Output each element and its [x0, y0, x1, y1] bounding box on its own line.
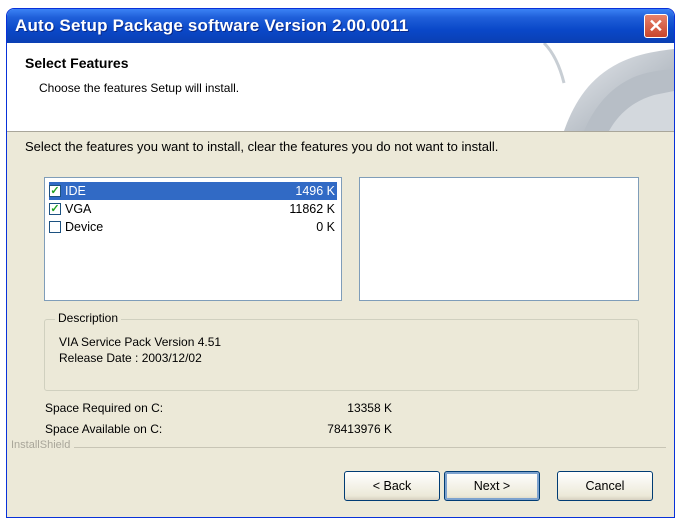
feature-item-vga[interactable]: ✓ VGA 11862 K: [49, 200, 337, 218]
space-required-label: Space Required on C:: [45, 401, 164, 415]
description-line: Release Date : 2003/12/02: [59, 351, 202, 365]
feature-name: IDE: [65, 184, 86, 198]
feature-name: VGA: [65, 202, 92, 216]
feature-detail-pane: [359, 177, 639, 301]
page-title: Select Features: [25, 55, 129, 71]
title-bar[interactable]: Auto Setup Package software Version 2.00…: [7, 9, 674, 43]
space-required-value: 13358 K: [347, 401, 392, 415]
window-title: Auto Setup Package software Version 2.00…: [15, 16, 409, 35]
feature-item-ide[interactable]: ✓ IDE 1496 K: [49, 182, 337, 200]
back-button[interactable]: < Back: [344, 471, 440, 501]
divider: [11, 447, 666, 448]
space-available-value: 78413976 K: [327, 422, 392, 436]
space-available-label: Space Available on C:: [45, 422, 163, 436]
feature-size: 1496 K: [295, 184, 335, 198]
feature-checkbox-device[interactable]: [49, 221, 61, 233]
cancel-button[interactable]: Cancel: [557, 471, 653, 501]
description-line: VIA Service Pack Version 4.51: [59, 335, 222, 349]
feature-size: 0 K: [316, 220, 335, 234]
feature-checkbox-vga[interactable]: ✓: [49, 203, 61, 215]
feature-item-device[interactable]: Device 0 K: [49, 218, 337, 236]
setup-window: Auto Setup Package software Version 2.00…: [6, 8, 675, 518]
feature-checkbox-ide[interactable]: ✓: [49, 185, 61, 197]
page-subtitle: Choose the features Setup will install.: [39, 81, 240, 95]
description-label: Description: [55, 311, 122, 325]
wizard-header: Select Features Choose the features Setu…: [7, 43, 674, 132]
wizard-art-icon: [542, 43, 674, 131]
installshield-brand: InstallShield: [11, 439, 75, 451]
close-icon[interactable]: ✕: [644, 14, 668, 38]
feature-list[interactable]: ✓ IDE 1496 K ✓ VGA 11862 K Device 0 K: [44, 177, 342, 301]
feature-size: 11862 K: [289, 202, 335, 216]
next-button[interactable]: Next >: [444, 471, 540, 501]
instruction-text: Select the features you want to install,…: [25, 139, 499, 154]
feature-name: Device: [65, 220, 104, 234]
